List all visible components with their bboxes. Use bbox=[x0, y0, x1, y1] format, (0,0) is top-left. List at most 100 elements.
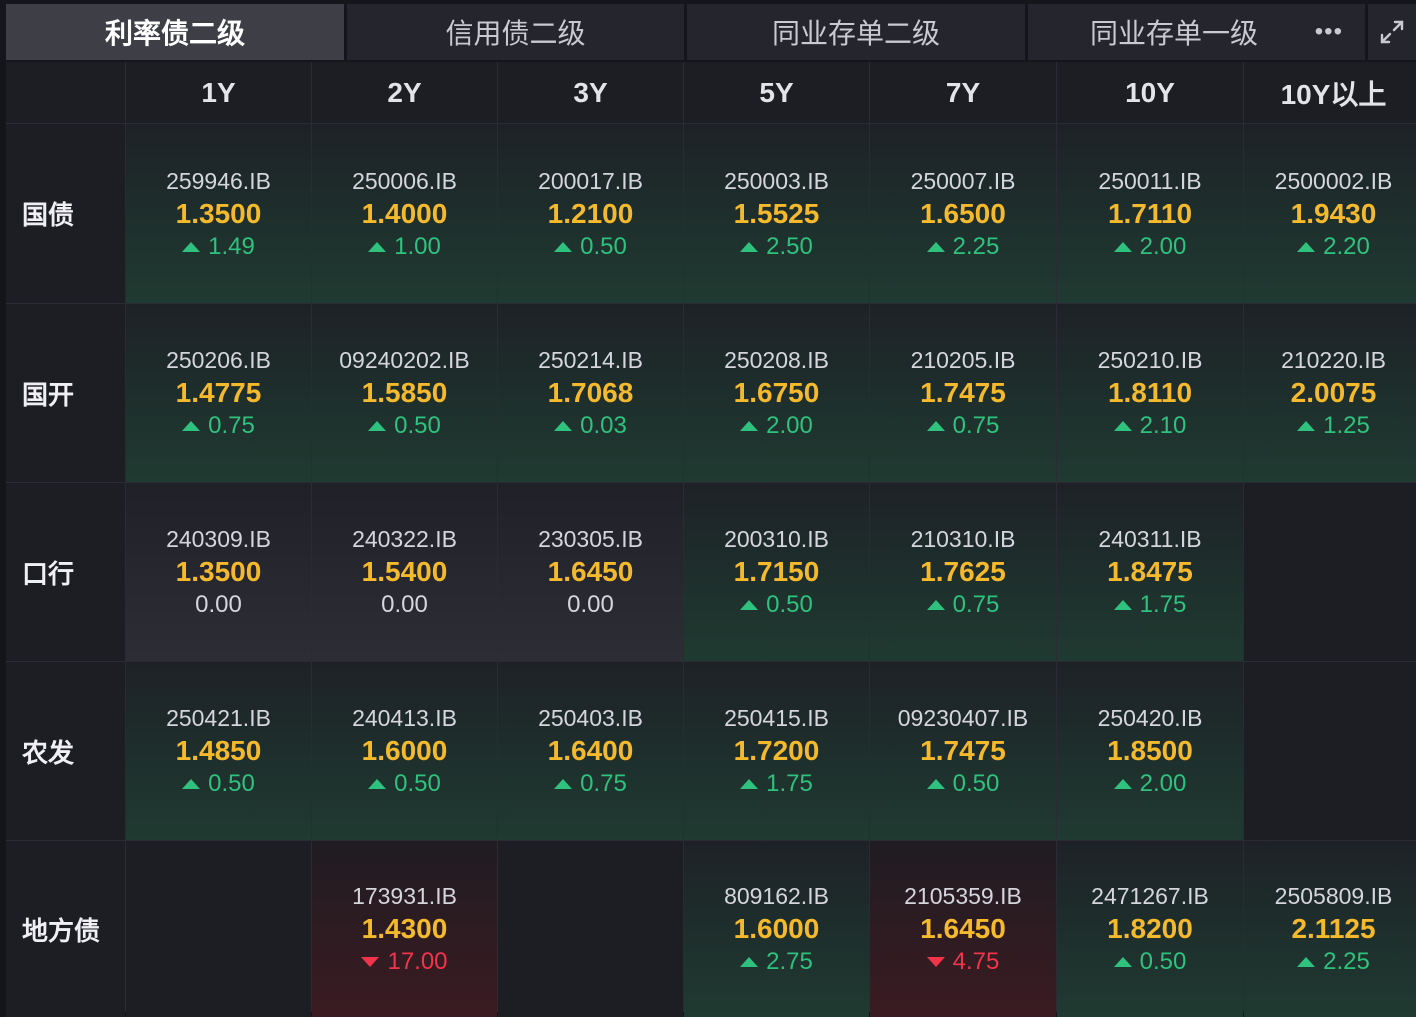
change-value: 2.50 bbox=[766, 232, 813, 260]
arrow-up-icon bbox=[554, 779, 573, 789]
change-value: 17.00 bbox=[387, 948, 448, 975]
quote-cell[interactable]: 2105359.IB 1.6450 4.75 bbox=[870, 841, 1056, 1017]
tab-credit-bond-secondary[interactable]: 信用债二级 bbox=[347, 4, 684, 60]
arrow-up-icon bbox=[554, 421, 573, 431]
yield-change: 0.03 bbox=[554, 410, 627, 442]
arrow-up-icon bbox=[368, 779, 387, 789]
arrow-up-icon bbox=[182, 779, 201, 789]
yield-change: 0.50 bbox=[740, 589, 813, 621]
quote-cell[interactable]: 2500002.IB 1.9430 2.20 bbox=[1244, 124, 1416, 303]
quote-cell[interactable]: 200310.IB 1.7150 0.50 bbox=[684, 483, 869, 661]
quote-cell[interactable]: 240311.IB 1.8475 1.75 bbox=[1057, 483, 1243, 661]
row-label: 农发 bbox=[6, 662, 125, 840]
arrow-down-icon bbox=[926, 957, 945, 967]
column-header: 2Y bbox=[312, 62, 497, 123]
change-value: 2.25 bbox=[1323, 948, 1370, 975]
bond-yield: 1.7200 bbox=[733, 735, 820, 766]
quote-cell[interactable]: 210220.IB 2.0075 1.25 bbox=[1244, 304, 1416, 482]
row-label: 口行 bbox=[6, 483, 125, 661]
bond-code: 210220.IB bbox=[1281, 347, 1386, 373]
change-value: 0.50 bbox=[766, 591, 813, 618]
bond-yield: 1.9430 bbox=[1290, 197, 1377, 229]
arrow-up-icon bbox=[740, 421, 759, 431]
quote-cell[interactable]: 2505809.IB 2.1125 2.25 bbox=[1244, 841, 1416, 1017]
row-label: 地方债 bbox=[6, 841, 125, 1017]
quote-cell[interactable]: 250415.IB 1.7200 1.75 bbox=[684, 662, 869, 840]
quote-cell[interactable]: 240322.IB 1.5400 0.00 bbox=[312, 483, 497, 661]
bond-yield: 1.6750 bbox=[733, 377, 820, 408]
tab-rate-bond-secondary[interactable]: 利率债二级 bbox=[6, 4, 344, 60]
bond-code: 250006.IB bbox=[352, 167, 457, 194]
quote-cell[interactable]: 210310.IB 1.7625 0.75 bbox=[870, 483, 1056, 661]
arrow-up-icon bbox=[1297, 957, 1316, 967]
quote-cell[interactable]: 210205.IB 1.7475 0.75 bbox=[870, 304, 1056, 482]
quote-cell[interactable]: 250007.IB 1.6500 2.25 bbox=[870, 124, 1056, 303]
arrow-up-icon bbox=[554, 241, 573, 252]
tab-bar: 利率债二级 信用债二级 同业存单二级 同业存单一级 ••• bbox=[0, 0, 1416, 62]
tab-ncd-primary[interactable]: 同业存单一级 ••• bbox=[1028, 4, 1365, 60]
change-value: 0.75 bbox=[952, 412, 1000, 439]
change-value: 2.10 bbox=[1139, 412, 1187, 439]
bond-yield: 1.8475 bbox=[1107, 556, 1193, 587]
arrow-up-icon bbox=[182, 241, 201, 252]
quote-cell[interactable]: 250208.IB 1.6750 2.00 bbox=[684, 304, 869, 482]
tab-ncd-secondary[interactable]: 同业存单二级 bbox=[687, 4, 1025, 60]
column-header: 10Y以上 bbox=[1244, 62, 1416, 123]
quote-cell[interactable]: 250006.IB 1.4000 1.00 bbox=[312, 124, 497, 303]
quote-cell[interactable]: 09230407.IB 1.7475 0.50 bbox=[870, 662, 1056, 840]
bond-yield: 1.3500 bbox=[175, 197, 262, 229]
yield-change: 2.00 bbox=[1113, 231, 1186, 263]
empty-cell bbox=[1244, 662, 1416, 840]
yield-change: 2.25 bbox=[1297, 946, 1370, 978]
bond-yield: 1.5525 bbox=[733, 197, 820, 229]
bond-code: 210205.IB bbox=[910, 347, 1016, 373]
arrow-up-icon bbox=[1113, 600, 1132, 610]
bond-code: 250208.IB bbox=[724, 347, 829, 373]
quote-cell[interactable]: 250210.IB 1.8110 2.10 bbox=[1057, 304, 1243, 482]
quote-cell[interactable]: 250206.IB 1.4775 0.75 bbox=[126, 304, 311, 482]
row-label: 国开 bbox=[6, 304, 125, 482]
quote-cell[interactable]: 173931.IB 1.4300 17.00 bbox=[312, 841, 497, 1017]
yield-change: 0.75 bbox=[926, 589, 999, 621]
quote-cell[interactable]: 259946.IB 1.3500 1.49 bbox=[126, 124, 311, 303]
yield-change: 0.50 bbox=[1113, 946, 1186, 978]
yield-change: 4.75 bbox=[926, 946, 999, 978]
quote-cell[interactable]: 250011.IB 1.7110 2.00 bbox=[1057, 124, 1243, 303]
quote-cell[interactable]: 240309.IB 1.3500 0.00 bbox=[126, 483, 311, 661]
quote-cell[interactable]: 250003.IB 1.5525 2.50 bbox=[684, 124, 869, 303]
change-value: 0.00 bbox=[381, 591, 428, 618]
more-icon[interactable]: ••• bbox=[1315, 18, 1343, 46]
tab-label: 同业存单二级 bbox=[771, 18, 940, 49]
bond-code: 259946.IB bbox=[166, 167, 271, 194]
quote-cell[interactable]: 230305.IB 1.6450 0.00 bbox=[498, 483, 683, 661]
expand-button[interactable] bbox=[1368, 4, 1416, 60]
quote-cell[interactable]: 2471267.IB 1.8200 0.50 bbox=[1057, 841, 1243, 1017]
quote-cell[interactable]: 250403.IB 1.6400 0.75 bbox=[498, 662, 683, 840]
quote-cell[interactable]: 09240202.IB 1.5850 0.50 bbox=[312, 304, 497, 482]
bond-yield: 2.0075 bbox=[1290, 377, 1377, 408]
bond-yield-matrix: 1Y 2Y 3Y 5Y 7Y 10Y 10Y以上 国债 259946.IB 1.3500 1.49 2… bbox=[6, 62, 1416, 1017]
quote-cell[interactable]: 240413.IB 1.6000 0.50 bbox=[312, 662, 497, 840]
bond-code: 250403.IB bbox=[538, 705, 643, 731]
bond-code: 200017.IB bbox=[538, 167, 643, 194]
bond-code: 250007.IB bbox=[910, 167, 1016, 194]
bond-yield: 1.6000 bbox=[361, 735, 448, 766]
change-value: 0.75 bbox=[208, 412, 255, 439]
column-header: 5Y bbox=[684, 62, 869, 123]
change-value: 2.25 bbox=[952, 232, 1000, 260]
yield-change: 2.50 bbox=[740, 231, 813, 263]
bond-yield: 1.7475 bbox=[920, 377, 1006, 408]
quote-cell[interactable]: 250421.IB 1.4850 0.50 bbox=[126, 662, 311, 840]
quote-cell[interactable]: 250420.IB 1.8500 2.00 bbox=[1057, 662, 1243, 840]
quote-cell[interactable]: 809162.IB 1.6000 2.75 bbox=[684, 841, 869, 1017]
column-header: 1Y bbox=[126, 62, 311, 123]
bond-yield: 1.7110 bbox=[1107, 197, 1193, 229]
yield-change: 0.50 bbox=[554, 231, 627, 263]
quote-cell[interactable]: 200017.IB 1.2100 0.50 bbox=[498, 124, 683, 303]
quote-cell[interactable]: 250214.IB 1.7068 0.03 bbox=[498, 304, 683, 482]
change-value: 2.75 bbox=[766, 948, 813, 975]
bond-code: 200310.IB bbox=[724, 526, 829, 552]
change-value: 0.50 bbox=[394, 412, 441, 439]
arrow-up-icon bbox=[740, 957, 759, 967]
arrow-up-icon bbox=[1113, 421, 1132, 431]
